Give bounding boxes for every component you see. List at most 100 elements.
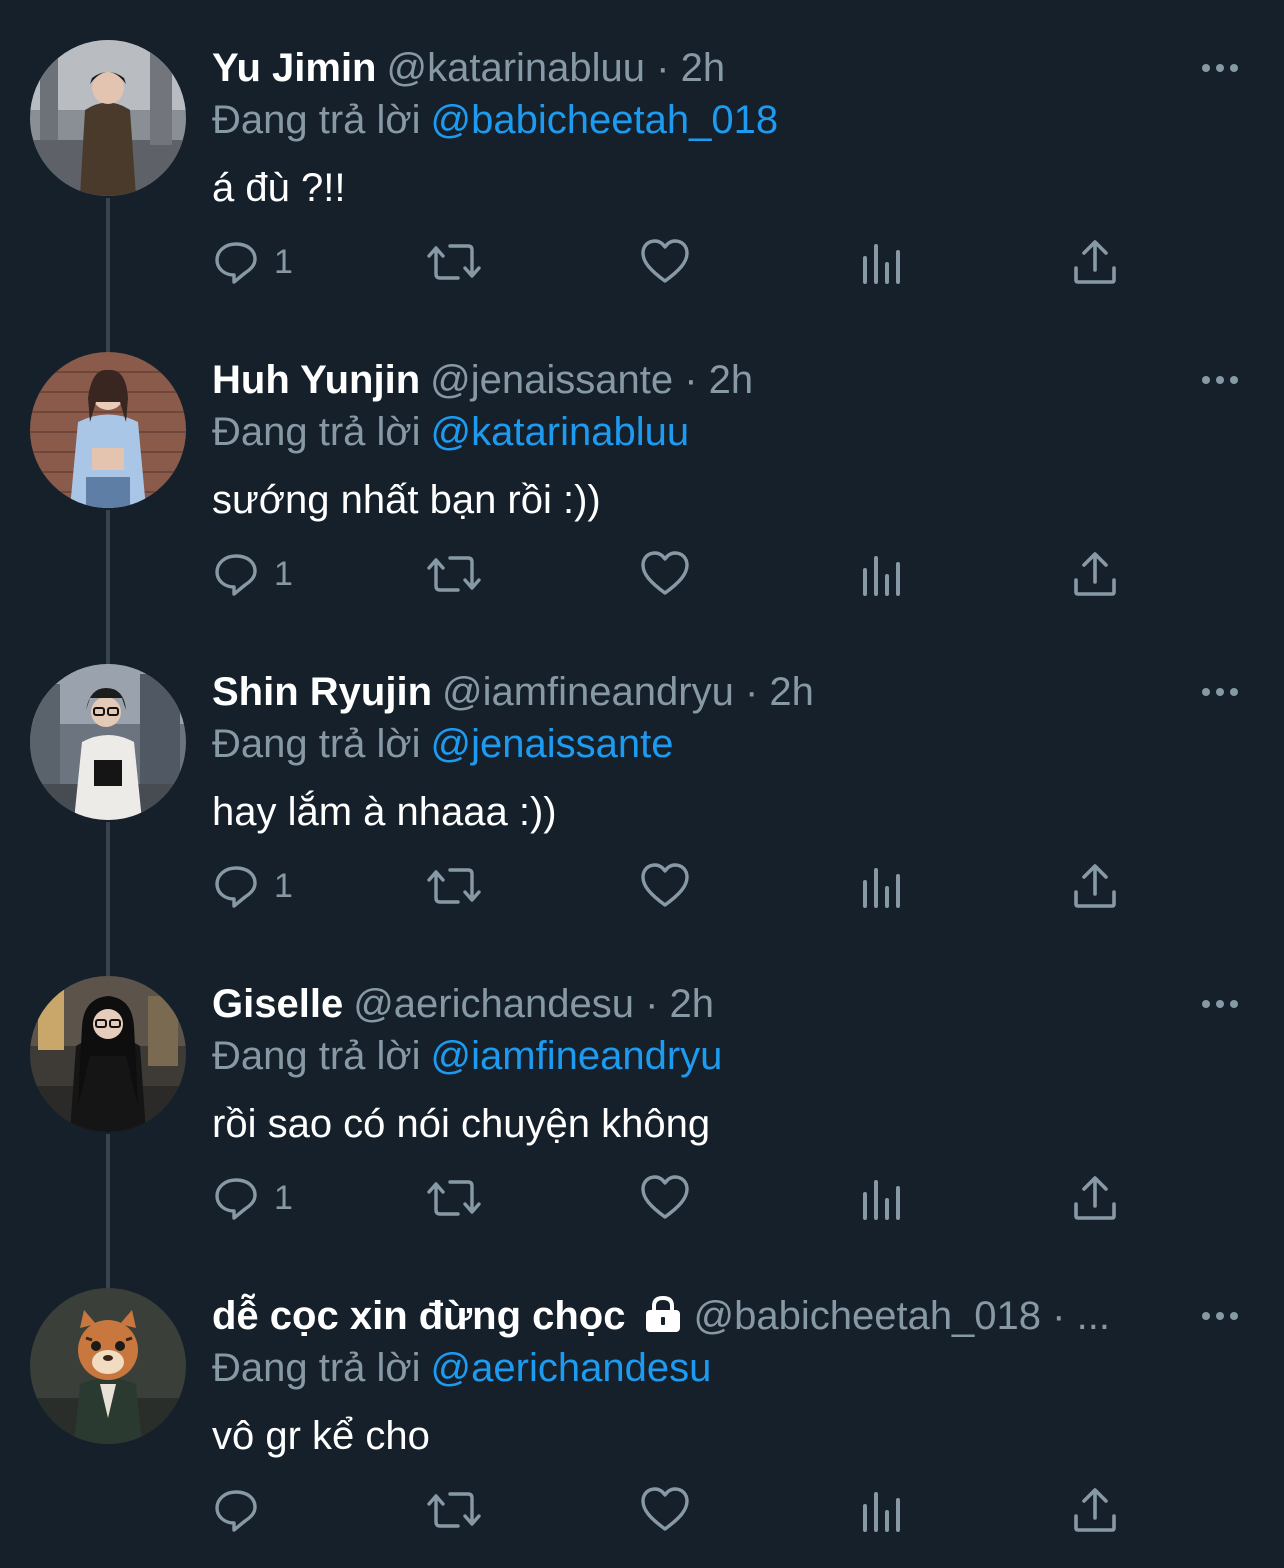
display-name[interactable]: Giselle <box>212 982 343 1026</box>
tweet-header: Huh Yunjin @jenaissante · 2h <box>212 356 1182 404</box>
replying-to-handle[interactable]: @aerichandesu <box>431 1346 712 1390</box>
replying-to-label: Đang trả lời <box>212 722 421 766</box>
reply-button[interactable]: 1 <box>212 856 293 916</box>
views-button[interactable] <box>860 232 904 292</box>
retweet-button[interactable] <box>426 232 482 292</box>
retweet-button[interactable] <box>426 1168 482 1228</box>
reply-button[interactable]: 1 <box>212 1168 293 1228</box>
share-icon <box>1074 240 1116 284</box>
like-button[interactable] <box>640 1168 690 1228</box>
lock-icon <box>646 1295 681 1332</box>
like-button[interactable] <box>640 856 690 916</box>
display-name[interactable]: Yu Jimin <box>212 46 377 90</box>
heart-icon <box>641 1175 689 1219</box>
heart-icon <box>641 551 689 595</box>
share-button[interactable] <box>1072 856 1118 916</box>
tweet-text: sướng nhất bạn rồi :)) <box>212 478 601 522</box>
analytics-icon <box>863 1180 900 1220</box>
reply-icon <box>215 554 257 596</box>
like-button[interactable] <box>640 1480 690 1540</box>
analytics-icon <box>863 1492 900 1532</box>
tweet-text: á đù ?!! <box>212 166 346 210</box>
handle-and-time[interactable]: @babicheetah_018 · ... <box>693 1294 1109 1338</box>
avatar[interactable] <box>30 40 186 196</box>
replying-to-handle[interactable]: @babicheetah_018 <box>431 98 779 142</box>
views-button[interactable] <box>860 1480 904 1540</box>
handle-and-time[interactable]: @iamfineandryu · 2h <box>442 670 814 714</box>
share-button[interactable] <box>1072 1168 1118 1228</box>
heart-icon <box>641 239 689 283</box>
tweet-text: rồi sao có nói chuyện không <box>212 1102 711 1146</box>
views-button[interactable] <box>860 544 904 604</box>
display-name[interactable]: dễ cọc xin đừng chọc <box>212 1294 625 1338</box>
action-bar: 1 <box>212 1168 1132 1228</box>
retweet-button[interactable] <box>426 1480 482 1540</box>
views-button[interactable] <box>860 1168 904 1228</box>
replying-to: Đang trả lời @jenaissante <box>212 720 674 768</box>
reply-icon <box>215 242 257 284</box>
reply-count: 1 <box>274 554 293 593</box>
replying-to: Đang trả lời @babicheetah_018 <box>212 96 778 144</box>
avatar[interactable] <box>30 664 186 820</box>
reply-count: 1 <box>274 242 293 281</box>
retweet-button[interactable] <box>426 856 482 916</box>
reply-count: 1 <box>274 1178 293 1217</box>
reply-button[interactable] <box>212 1480 274 1540</box>
tweet[interactable]: dễ cọc xin đừng chọc @babicheetah_018 · .… <box>0 1248 1284 1560</box>
replying-to-handle[interactable]: @katarinabluu <box>431 410 690 454</box>
replying-to: Đang trả lời @katarinabluu <box>212 408 689 456</box>
share-button[interactable] <box>1072 544 1118 604</box>
reply-icon <box>215 1178 257 1220</box>
tweet-header: dễ cọc xin đừng chọc @babicheetah_018 · .… <box>212 1292 1182 1340</box>
tweet-header: Yu Jimin @katarinabluu · 2h <box>212 44 1182 92</box>
views-button[interactable] <box>860 856 904 916</box>
share-button[interactable] <box>1072 1480 1118 1540</box>
more-options-icon[interactable] <box>1200 58 1240 78</box>
share-icon <box>1074 1488 1116 1532</box>
more-options-icon[interactable] <box>1200 682 1240 702</box>
tweet-header: Shin Ryujin @iamfineandryu · 2h <box>212 668 1182 716</box>
reply-count: 1 <box>274 866 293 905</box>
retweet-icon <box>427 1180 481 1216</box>
retweet-icon <box>427 868 481 904</box>
replying-to-label: Đang trả lời <box>212 410 421 454</box>
tweet[interactable]: Yu Jimin @katarinabluu · 2h Đang trả lời @… <box>0 0 1284 312</box>
display-name[interactable]: Huh Yunjin <box>212 358 420 402</box>
analytics-icon <box>863 244 900 284</box>
retweet-icon <box>427 244 481 280</box>
handle-and-time[interactable]: @aerichandesu · 2h <box>353 982 714 1026</box>
like-button[interactable] <box>640 232 690 292</box>
avatar[interactable] <box>30 976 186 1132</box>
share-button[interactable] <box>1072 232 1118 292</box>
tweet-header: Giselle @aerichandesu · 2h <box>212 980 1182 1028</box>
replying-to-label: Đang trả lời <box>212 98 421 142</box>
heart-icon <box>641 863 689 907</box>
handle-and-time[interactable]: @jenaissante · 2h <box>430 358 753 402</box>
tweet[interactable]: Shin Ryujin @iamfineandryu · 2h Đang trả … <box>0 624 1284 936</box>
handle-and-time[interactable]: @katarinabluu · 2h <box>387 46 726 90</box>
action-bar <box>212 1480 1132 1540</box>
reply-icon <box>215 1490 257 1532</box>
more-options-icon[interactable] <box>1200 994 1240 1014</box>
replying-to-label: Đang trả lời <box>212 1034 421 1078</box>
share-icon <box>1074 552 1116 596</box>
avatar[interactable] <box>30 352 186 508</box>
reply-button[interactable]: 1 <box>212 232 293 292</box>
action-bar: 1 <box>212 232 1132 292</box>
replying-to-handle[interactable]: @jenaissante <box>431 722 674 766</box>
replying-to: Đang trả lời @iamfineandryu <box>212 1032 722 1080</box>
more-options-icon[interactable] <box>1200 1306 1240 1326</box>
retweet-icon <box>427 1492 481 1528</box>
replying-to: Đang trả lời @aerichandesu <box>212 1344 711 1392</box>
heart-icon <box>641 1487 689 1531</box>
avatar[interactable] <box>30 1288 186 1444</box>
like-button[interactable] <box>640 544 690 604</box>
more-options-icon[interactable] <box>1200 370 1240 390</box>
replying-to-handle[interactable]: @iamfineandryu <box>431 1034 723 1078</box>
tweet[interactable]: Giselle @aerichandesu · 2h Đang trả lời @i… <box>0 936 1284 1248</box>
display-name[interactable]: Shin Ryujin <box>212 670 432 714</box>
retweet-button[interactable] <box>426 544 482 604</box>
tweet-text: vô gr kể cho <box>212 1414 430 1458</box>
tweet[interactable]: Huh Yunjin @jenaissante · 2h Đang trả lời… <box>0 312 1284 624</box>
reply-button[interactable]: 1 <box>212 544 293 604</box>
